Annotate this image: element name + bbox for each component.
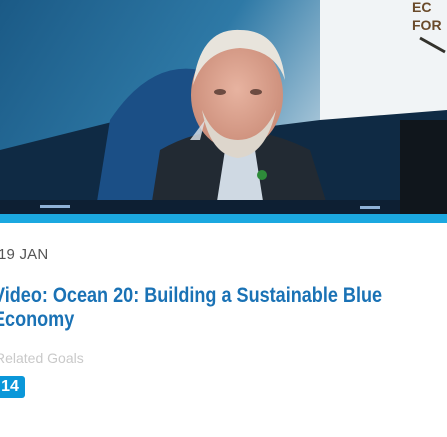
video-title-line-1: Video: Ocean 20: Building a Sustainable … [0, 284, 383, 307]
related-goals-label: Related Goals [0, 350, 84, 366]
video-title-line-2: Economy [0, 308, 75, 331]
video-card: EC FOR 19 JAN Video: Ocean 20: Building … [0, 0, 447, 437]
video-title-link[interactable]: Video: Ocean 20: Building a Sustainable … [0, 284, 383, 332]
goal-14-badge[interactable]: 14 [0, 376, 25, 398]
svg-text:FOR: FOR [412, 17, 442, 33]
video-thumbnail[interactable]: EC FOR [0, 0, 447, 214]
accent-bar [0, 214, 447, 223]
svg-text:EC: EC [412, 0, 431, 15]
post-date: 19 JAN [0, 246, 49, 263]
